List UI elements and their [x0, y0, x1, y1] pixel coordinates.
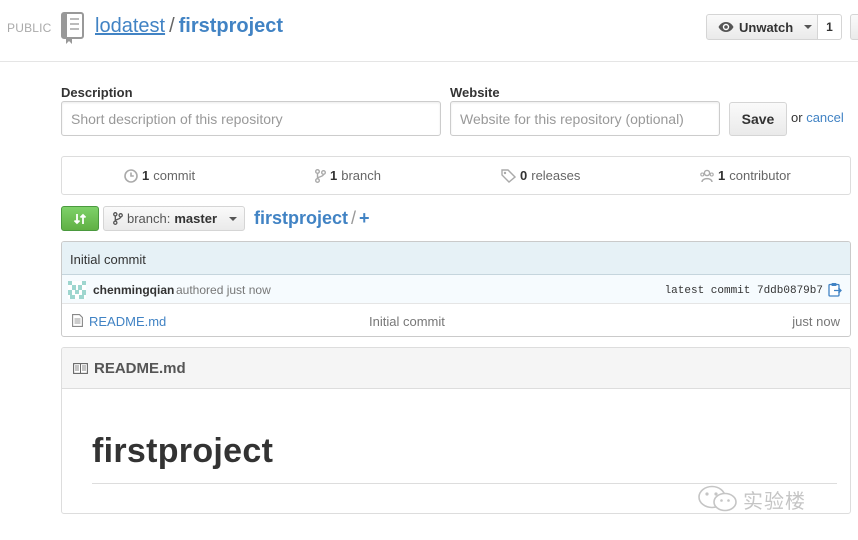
watermark: 实验楼 — [697, 479, 837, 519]
commits-count: 1 — [142, 168, 150, 183]
repo-name-link[interactable]: firstproject — [179, 15, 283, 37]
numbers-summary: 1 commit 1 branch 0 releases 1 contribut… — [61, 156, 851, 195]
owner-link[interactable]: lodatest — [95, 15, 165, 37]
website-label: Website — [450, 85, 500, 100]
contributors-label: contributor — [729, 168, 791, 183]
cancel-link[interactable]: cancel — [806, 110, 844, 125]
branch-name: master — [174, 211, 218, 226]
or-cancel: or cancel — [791, 110, 844, 125]
unwatch-button[interactable]: Unwatch — [706, 14, 818, 40]
breadcrumb: firstproject / + — [254, 208, 370, 229]
compare-button[interactable] — [61, 206, 99, 231]
or-text: or — [791, 110, 803, 125]
watch-count[interactable]: 1 — [817, 14, 842, 40]
compare-arrows-icon — [73, 213, 87, 224]
branches-count: 1 — [330, 168, 338, 183]
readme-filename: README.md — [94, 359, 186, 377]
watermark-text: 实验楼 — [743, 488, 806, 513]
file-age: just now — [792, 314, 840, 329]
file-text-icon — [72, 314, 83, 327]
description-input[interactable]: Short description of this repository — [61, 101, 441, 136]
history-icon — [124, 168, 138, 183]
readme-header: README.md — [62, 348, 850, 389]
breadcrumb-separator: / — [351, 208, 357, 228]
chevron-down-icon — [804, 25, 813, 29]
commit-author-link[interactable]: chenmingqian — [93, 283, 174, 297]
branches-link[interactable]: 1 branch — [315, 168, 381, 183]
organization-icon — [700, 169, 714, 182]
latest-commit-message[interactable]: Initial commit — [62, 242, 850, 275]
authored-time: authored just now — [176, 283, 271, 297]
releases-label: releases — [531, 168, 581, 183]
contributors-count: 1 — [718, 168, 726, 183]
repo-book-icon — [61, 12, 84, 44]
save-button[interactable]: Save — [729, 102, 787, 136]
visibility-label: PUBLIC — [7, 21, 52, 35]
commit-meta: chenmingqian authored just now latest co… — [62, 275, 850, 304]
title-separator: / — [169, 15, 175, 37]
commits-link[interactable]: 1 commit — [124, 168, 195, 183]
chevron-down-icon — [229, 216, 238, 221]
branch-icon — [315, 168, 326, 183]
table-row: README.md Initial commit just now — [62, 305, 850, 336]
branches-label: branch — [341, 168, 381, 183]
branch-prefix: branch: — [127, 211, 171, 226]
breadcrumb-repo-link[interactable]: firstproject — [254, 208, 348, 228]
file-name-link[interactable]: README.md — [89, 314, 166, 329]
commits-label: commit — [153, 168, 196, 183]
avatar[interactable] — [68, 281, 86, 299]
file-table: Initial commit chenmingqian authored jus… — [61, 241, 851, 337]
unwatch-label: Unwatch — [739, 19, 794, 35]
wechat-icon — [698, 485, 737, 512]
new-file-button[interactable]: + — [359, 208, 370, 228]
releases-count: 0 — [520, 168, 528, 183]
readme-heading: firstproject — [92, 432, 274, 470]
repo-header: PUBLIC lodatest / firstproject Unwatch 1 — [0, 0, 858, 62]
book-icon — [73, 362, 88, 374]
clipboard-icon[interactable] — [828, 282, 842, 297]
description-label: Description — [61, 85, 133, 100]
latest-commit-sha[interactable]: latest commit 7ddb0879b7 — [665, 285, 823, 297]
branch-selector[interactable]: branch: master — [103, 206, 245, 231]
star-button[interactable] — [850, 14, 858, 40]
eye-icon — [718, 22, 734, 32]
tag-icon — [501, 168, 516, 183]
contributors-link[interactable]: 1 contributor — [700, 168, 791, 183]
repo-title: lodatest / firstproject — [95, 15, 283, 38]
branch-icon — [113, 212, 123, 225]
website-input[interactable]: Website for this repository (optional) — [450, 101, 720, 136]
file-commit-message[interactable]: Initial commit — [369, 314, 445, 329]
releases-link[interactable]: 0 releases — [501, 168, 580, 183]
